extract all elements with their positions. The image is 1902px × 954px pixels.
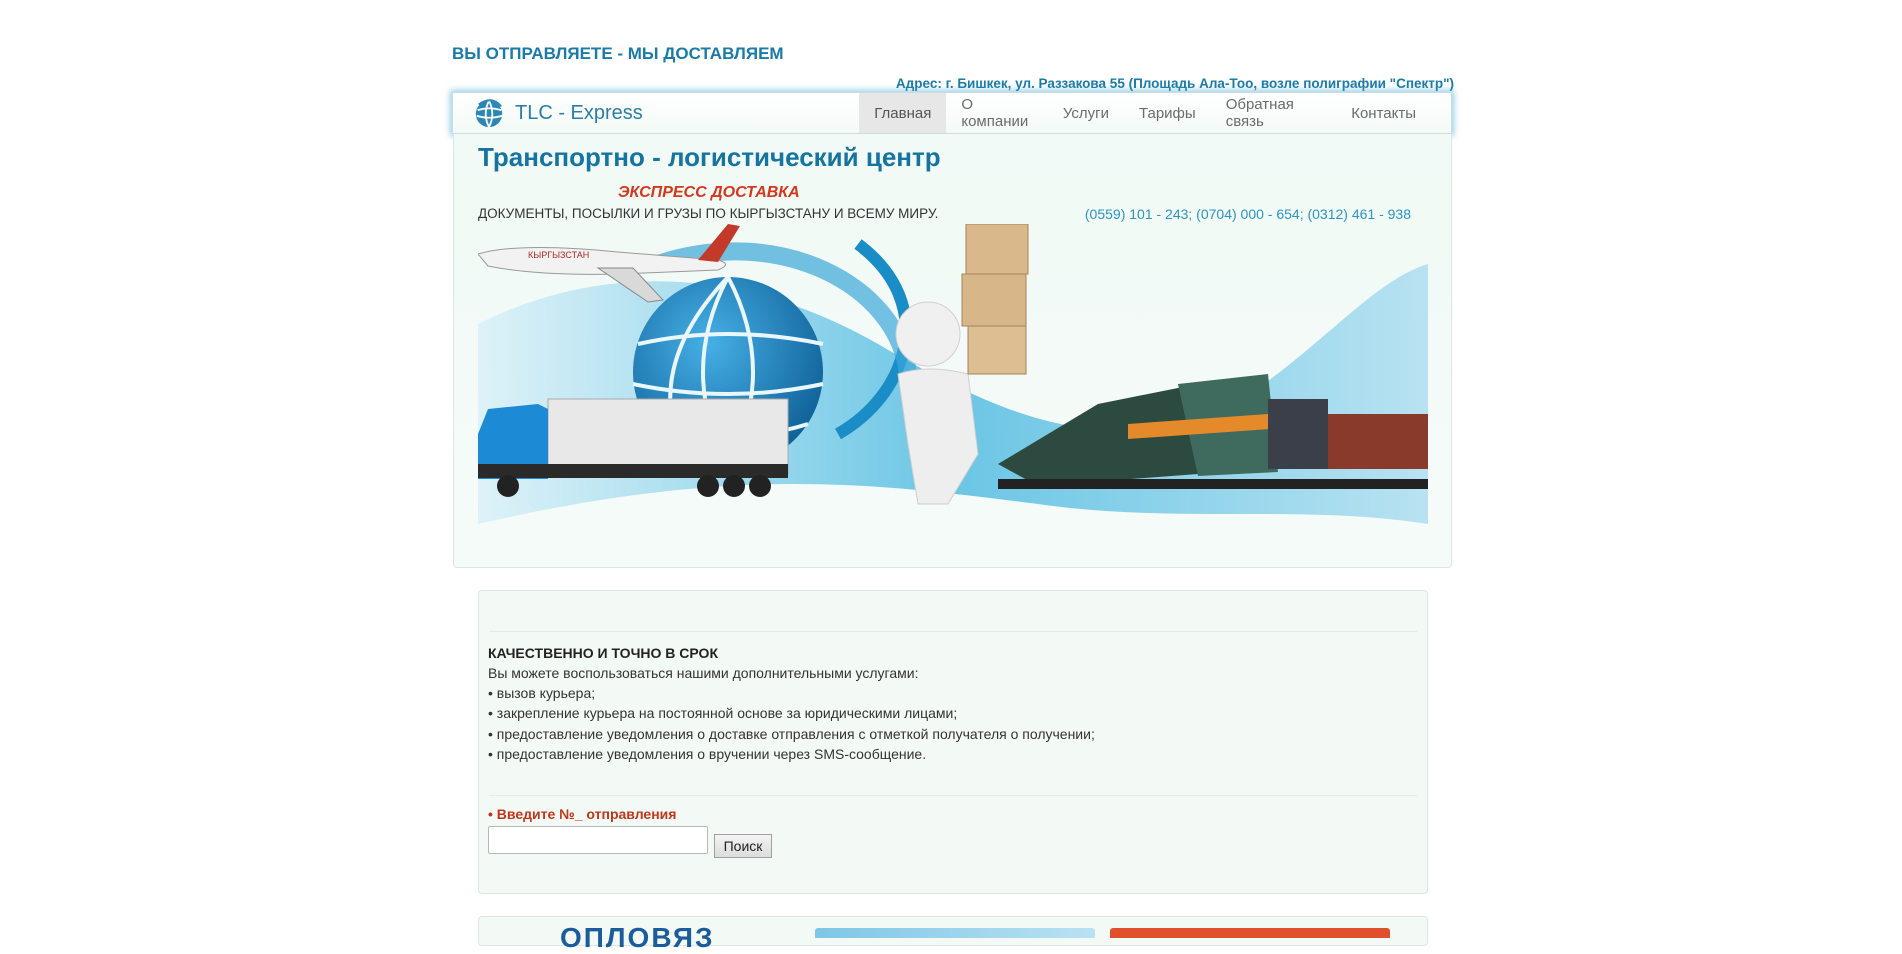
service-item: • предоставление уведомления о вручении …	[488, 746, 927, 762]
nav-contacts[interactable]: Контакты	[1336, 93, 1431, 133]
nav-feedback[interactable]: Обратная связь	[1211, 93, 1337, 133]
slogan: ВЫ ОТПРАВЛЯЕТЕ - МЫ ДОСТАВЛЯЕМ	[452, 44, 784, 63]
globe-logo-icon	[475, 99, 503, 128]
promo-image[interactable]	[815, 928, 1095, 938]
plane-livery-text: КЫРГЫЗСТАН	[528, 250, 589, 260]
service-item: • вызов курьера;	[488, 685, 596, 701]
service-item: • предоставление уведомления о доставке …	[488, 726, 1095, 742]
divider	[489, 631, 1417, 632]
promo-banner-text[interactable]: ОПЛОВЯЗ	[560, 922, 715, 954]
services-heading: КАЧЕСТВЕННО И ТОЧНО В СРОК	[488, 645, 718, 661]
nav-tariffs[interactable]: Тарифы	[1124, 93, 1211, 133]
divider	[489, 795, 1417, 796]
nav-about[interactable]: О компании	[946, 93, 1048, 133]
top-navbar: TLC - Express Главная О компании Услуги …	[452, 92, 1452, 134]
brand[interactable]: TLC - Express	[453, 93, 859, 133]
site-title: Транспортно - логистический центр	[478, 142, 941, 172]
service-item: • закрепление курьера на постоянной осно…	[488, 705, 958, 721]
tracking-label-text: Введите №_ отправления	[496, 806, 677, 822]
logistics-banner-image: КЫРГЫЗСТАН	[478, 224, 1428, 524]
tracking-bullet: •	[488, 806, 497, 822]
address-text: Адрес: г. Бишкек, ул. Раззакова 55 (Площ…	[895, 76, 1454, 91]
express-delivery-label: ЭКСПРЕСС ДОСТАВКА	[618, 184, 800, 201]
services-intro: Вы можете воспользоваться нашими дополни…	[488, 665, 919, 681]
nav-services[interactable]: Услуги	[1048, 93, 1124, 133]
brand-name: TLC - Express	[515, 101, 643, 124]
nav-home[interactable]: Главная	[859, 93, 947, 133]
phone-numbers: (0559) 101 - 243; (0704) 000 - 654; (031…	[1084, 206, 1411, 222]
search-button[interactable]: Поиск	[714, 834, 772, 858]
tracking-number-input[interactable]	[488, 826, 708, 854]
main-menu: Главная О компании Услуги Тарифы Обратна…	[859, 93, 1451, 133]
delivery-description: ДОКУМЕНТЫ, ПОСЫЛКИ И ГРУЗЫ ПО КЫРГЫЗСТАН…	[478, 206, 939, 221]
tracking-label: • Введите №_ отправления	[488, 806, 676, 822]
promo-image[interactable]	[1110, 928, 1390, 938]
